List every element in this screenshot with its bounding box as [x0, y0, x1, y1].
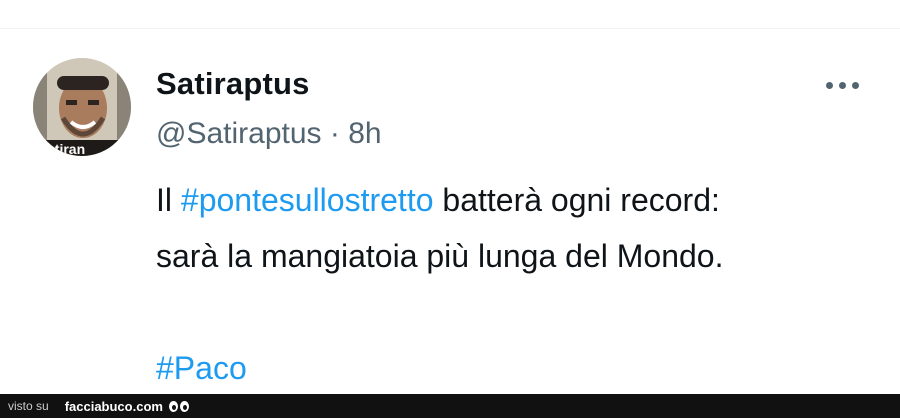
eyes-icon — [168, 400, 189, 412]
tweet-line-1: Il #pontesullostretto batterà ogni recor… — [156, 172, 876, 228]
display-name[interactable]: Satiraptus — [156, 66, 310, 102]
more-dot-icon — [851, 81, 859, 89]
hashtag-link-pontesullostretto[interactable]: #pontesullostretto — [181, 182, 434, 218]
tweet-text: Il #pontesullostretto batterà ogni recor… — [156, 172, 876, 396]
top-divider — [0, 28, 900, 29]
tweet-line-1-prefix: Il — [156, 182, 181, 218]
tweet-line-2: sarà la mangiatoia più lunga del Mondo. — [156, 238, 724, 274]
more-options-button[interactable] — [818, 70, 866, 100]
watermark-footer: visto su facciabuco.com — [0, 394, 900, 418]
handle[interactable]: @Satiraptus — [156, 117, 322, 150]
footer-brand[interactable]: facciabuco.com — [65, 399, 163, 414]
more-dot-icon — [825, 81, 833, 89]
footer-visto-su: visto su — [8, 399, 49, 413]
avatar[interactable]: atiran — [33, 58, 131, 156]
avatar-caption: atiran — [47, 141, 85, 156]
hashtag-link-paco[interactable]: #Paco — [156, 340, 876, 396]
avatar-photo: atiran — [33, 58, 131, 156]
separator: · — [329, 117, 340, 150]
more-dot-icon — [838, 81, 846, 89]
handle-row: @Satiraptus · 8h — [156, 117, 382, 151]
tweet-line-1-suffix: batterà ogni record: — [433, 182, 720, 218]
timestamp[interactable]: 8h — [348, 117, 381, 150]
